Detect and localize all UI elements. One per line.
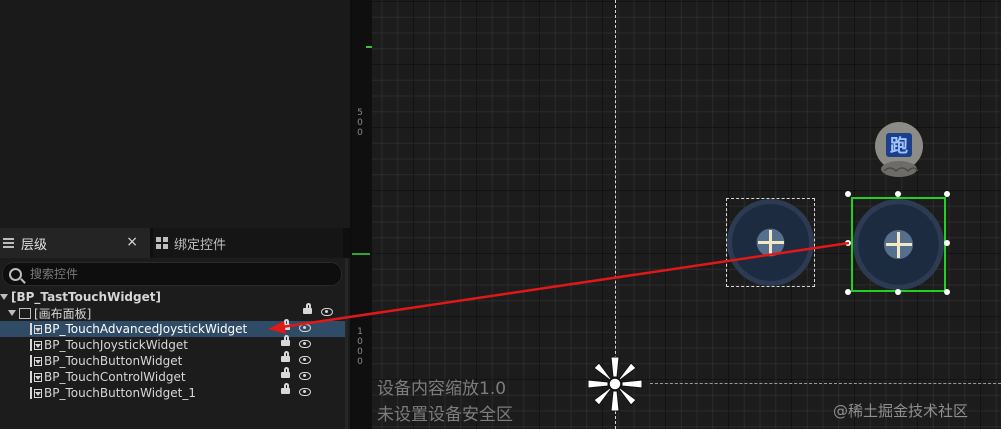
eye-icon[interactable] bbox=[299, 356, 311, 364]
resize-handle[interactable] bbox=[944, 289, 950, 295]
tree-canvas-panel[interactable]: [画布面板] bbox=[0, 303, 348, 321]
resize-handle[interactable] bbox=[895, 191, 901, 197]
tree-item-label: BP_TouchControlWidget bbox=[44, 370, 186, 384]
tree-item-joystick[interactable]: BP_TouchJoystickWidget bbox=[0, 335, 348, 353]
search-box bbox=[2, 262, 342, 286]
joystick-widget[interactable] bbox=[727, 199, 814, 286]
ruler-marker bbox=[366, 46, 372, 48]
grid-icon bbox=[156, 237, 168, 249]
tree-item-button[interactable]: BP_TouchButtonWidget bbox=[0, 351, 348, 369]
hierarchy-panel: 层级 × 绑定控件 [BP_TastTouchWidget] [画布面板] BP… bbox=[0, 228, 350, 429]
widget-blueprint-icon bbox=[30, 371, 42, 383]
lock-icon[interactable] bbox=[281, 383, 290, 394]
eye-icon[interactable] bbox=[299, 324, 311, 332]
plus-icon bbox=[769, 229, 772, 256]
resize-handle[interactable] bbox=[845, 289, 851, 295]
lock-icon[interactable] bbox=[281, 335, 290, 346]
close-icon[interactable]: × bbox=[126, 234, 138, 250]
resize-handle[interactable] bbox=[895, 289, 901, 295]
tree-canvas-label: [画布面板] bbox=[34, 306, 92, 321]
details-empty-area bbox=[0, 0, 350, 228]
widget-blueprint-icon bbox=[30, 387, 42, 399]
resize-handle[interactable] bbox=[944, 240, 950, 246]
widget-blueprint-icon bbox=[30, 355, 42, 367]
widget-blueprint-icon bbox=[30, 339, 42, 351]
scrollbar[interactable] bbox=[345, 258, 348, 429]
ruler-marker bbox=[352, 253, 370, 255]
watermark: @稀土掘金技术社区 bbox=[833, 402, 969, 420]
lock-icon[interactable] bbox=[281, 319, 290, 330]
eye-icon[interactable] bbox=[321, 308, 333, 316]
list-lines-icon bbox=[3, 237, 15, 249]
device-scale-text: 设备内容缩放1.0 bbox=[377, 379, 507, 399]
eye-icon[interactable] bbox=[299, 388, 311, 396]
tree-item-label: BP_TouchJoystickWidget bbox=[44, 338, 188, 352]
canvas-panel-icon bbox=[19, 307, 31, 319]
search-input[interactable] bbox=[28, 266, 332, 282]
tree-root-label: [BP_TastTouchWidget] bbox=[11, 290, 161, 304]
tree-item-label: BP_TouchButtonWidget bbox=[44, 354, 183, 368]
expand-arrow-icon[interactable] bbox=[0, 294, 8, 300]
eye-icon[interactable] bbox=[299, 372, 311, 380]
lock-icon[interactable] bbox=[281, 367, 290, 378]
widget-blueprint-icon bbox=[30, 323, 42, 335]
eye-icon[interactable] bbox=[299, 340, 311, 348]
tab-bind-widgets[interactable]: 绑定控件 bbox=[153, 228, 343, 258]
tab-hierarchy-label: 层级 bbox=[21, 237, 48, 253]
tree-item-label: BP_TouchAdvancedJoystickWidget bbox=[44, 322, 248, 336]
ruler-label-500: 500 bbox=[357, 108, 363, 138]
anchor-icon[interactable] bbox=[584, 353, 646, 415]
run-button-label: 跑 bbox=[890, 135, 908, 157]
safe-zone-text: 未设置设备安全区 bbox=[377, 405, 513, 425]
resize-handle[interactable] bbox=[845, 191, 851, 197]
search-icon bbox=[9, 267, 22, 281]
tree-item-control[interactable]: BP_TouchControlWidget bbox=[0, 367, 348, 385]
run-button[interactable]: 跑 bbox=[872, 121, 926, 179]
selected-widget-outline bbox=[851, 197, 946, 292]
tab-bind-widgets-label: 绑定控件 bbox=[174, 237, 227, 253]
lock-icon[interactable] bbox=[303, 303, 312, 314]
resize-handle[interactable] bbox=[845, 240, 851, 246]
expand-arrow-icon[interactable] bbox=[8, 310, 16, 316]
tree-item-button-1[interactable]: BP_TouchButtonWidget_1 bbox=[0, 383, 348, 401]
lock-icon[interactable] bbox=[281, 351, 290, 362]
tree-item-advanced-joystick[interactable]: BP_TouchAdvancedJoystickWidget bbox=[0, 319, 348, 337]
panel-tabbar: 层级 × 绑定控件 bbox=[0, 228, 350, 258]
resize-handle[interactable] bbox=[944, 191, 950, 197]
tab-hierarchy[interactable]: 层级 × bbox=[0, 228, 150, 258]
safe-zone-guide-line bbox=[650, 383, 1001, 384]
ruler-label-1000: 1000 bbox=[357, 327, 363, 367]
tree-item-label: BP_TouchButtonWidget_1 bbox=[44, 386, 196, 400]
tree-root[interactable]: [BP_TastTouchWidget] bbox=[0, 289, 348, 305]
